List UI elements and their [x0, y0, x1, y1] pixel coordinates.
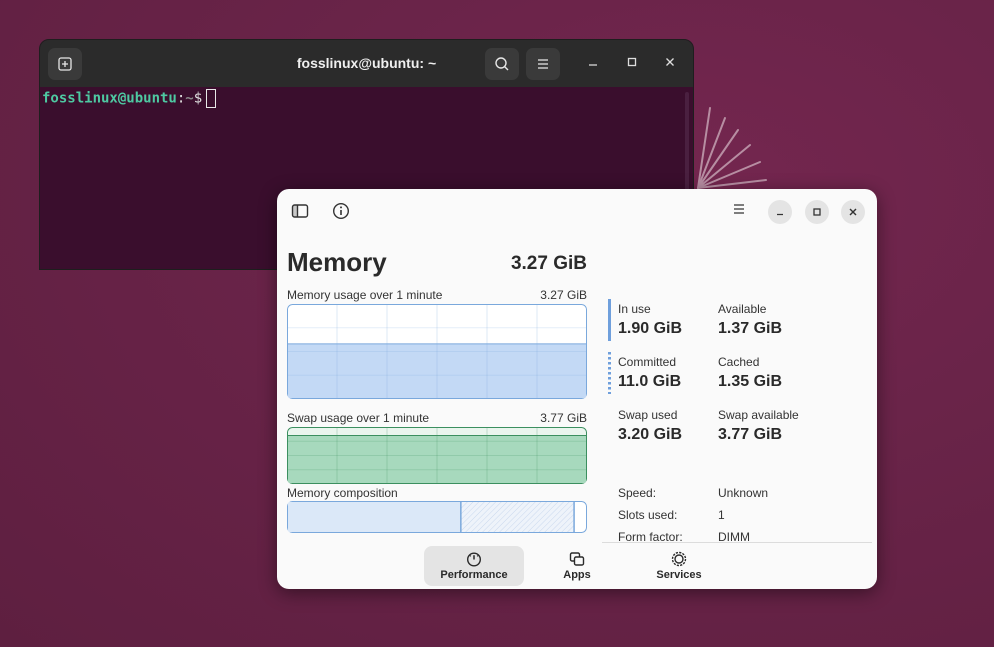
tab-services-label: Services [656, 569, 702, 581]
search-icon [495, 57, 509, 71]
speedometer-icon [466, 552, 482, 567]
speed-value: Unknown [718, 486, 769, 500]
page-title: Memory [287, 247, 387, 277]
terminal-cursor [206, 89, 217, 108]
gear-icon [671, 551, 687, 567]
tab-apps[interactable]: Apps [537, 546, 617, 586]
memory-graph-svg [287, 304, 587, 399]
terminal-minimize-button[interactable] [585, 56, 601, 72]
composition-svg [287, 501, 587, 533]
slots-label: Slots used: [618, 508, 678, 522]
tab-services[interactable]: Services [639, 546, 719, 586]
apps-windows-icon [569, 552, 585, 566]
memory-usage-graph [287, 304, 587, 399]
sidebar-toggle-button[interactable] [291, 202, 311, 222]
terminal-menu-button[interactable] [526, 48, 560, 80]
terminal-body[interactable]: fosslinux@ubuntu:~$ [40, 87, 693, 110]
maximize-icon [627, 57, 637, 67]
tab-performance[interactable]: Performance [424, 546, 524, 586]
memory-graph-label: Memory usage over 1 minute [287, 288, 443, 302]
terminal-header-bar[interactable]: fosslinux@ubuntu: ~ [40, 40, 693, 87]
hamburger-menu-icon [538, 59, 548, 69]
tab-apps-label: Apps [563, 569, 591, 581]
monitor-minimize-button[interactable] [768, 200, 792, 224]
prompt-symbol: $ [193, 90, 203, 107]
memory-graph-value: 3.27 GiB [540, 288, 587, 302]
prompt-path: ~ [185, 90, 194, 107]
committed-label: Committed [618, 355, 677, 369]
minimize-icon [777, 213, 783, 216]
prompt-user: fosslinux@ubuntu [42, 90, 177, 107]
in-use-indicator [608, 299, 611, 341]
close-icon [666, 58, 674, 66]
system-monitor-window[interactable]: Memory 3.27 GiB Memory usage over 1 minu… [277, 189, 877, 589]
hamburger-menu-icon [734, 204, 744, 214]
swap-graph-svg [287, 427, 587, 484]
composition-cached-segment [460, 502, 575, 532]
cached-value: 1.35 GiB [718, 373, 783, 390]
terminal-close-button[interactable] [662, 56, 678, 72]
memory-composition-bar [287, 501, 587, 533]
composition-label: Memory composition [287, 486, 398, 500]
swap-available-label: Swap available [718, 408, 799, 422]
terminal-search-button[interactable] [485, 48, 519, 80]
swap-available-value: 3.77 GiB [718, 426, 783, 443]
about-button[interactable] [332, 202, 352, 222]
composition-in-use-segment [288, 502, 461, 532]
view-switcher: Performance Apps Services [277, 543, 877, 589]
swap-graph-value: 3.77 GiB [540, 411, 587, 425]
sidebar-toggle-icon [291, 204, 309, 218]
wallpaper-rays [697, 107, 767, 189]
tab-performance-label: Performance [440, 569, 508, 581]
monitor-header-bar[interactable] [277, 189, 877, 235]
cached-label: Cached [718, 355, 760, 369]
swap-usage-graph [287, 427, 587, 484]
monitor-menu-button[interactable] [732, 202, 748, 218]
memory-total: 3.27 GiB [510, 253, 587, 274]
maximize-icon [813, 208, 821, 216]
available-label: Available [718, 302, 767, 316]
in-use-value: 1.90 GiB [618, 320, 683, 337]
available-value: 1.37 GiB [718, 320, 783, 337]
close-icon [849, 208, 857, 216]
committed-indicator [608, 352, 611, 394]
monitor-close-button[interactable] [841, 200, 865, 224]
committed-value: 11.0 GiB [618, 373, 682, 390]
swap-used-label: Swap used [618, 408, 678, 422]
swap-graph-label: Swap usage over 1 minute [287, 411, 430, 425]
slots-value: 1 [718, 508, 725, 522]
minimize-icon [589, 64, 597, 66]
swap-used-value: 3.20 GiB [618, 426, 683, 443]
monitor-maximize-button[interactable] [805, 200, 829, 224]
terminal-maximize-button[interactable] [624, 56, 640, 72]
speed-label: Speed: [618, 486, 657, 500]
in-use-label: In use [618, 302, 651, 316]
info-icon [332, 202, 350, 220]
